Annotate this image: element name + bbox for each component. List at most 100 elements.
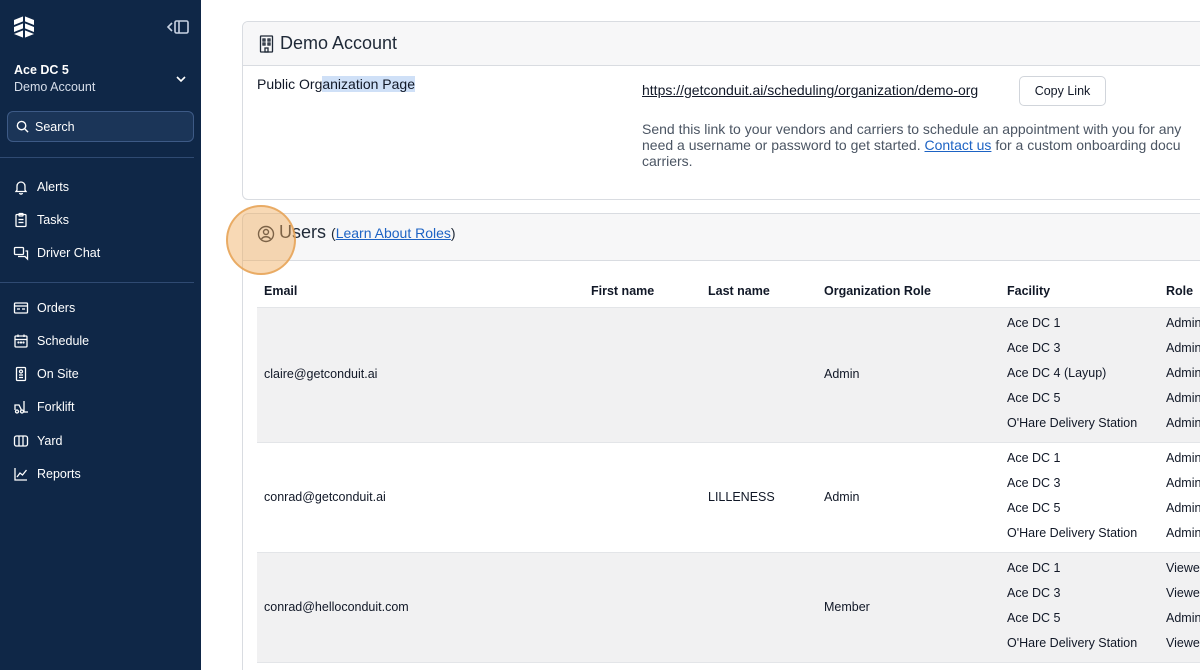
- help-text-line: need a username or password to get start…: [642, 137, 1200, 153]
- column-header-organization-role[interactable]: Organization Role: [824, 284, 931, 298]
- paren: ): [450, 225, 456, 241]
- user-email: conrad@getconduit.ai: [264, 489, 386, 504]
- sidebar-divider: [0, 157, 194, 158]
- facility-name: Ace DC 3: [1007, 586, 1061, 600]
- facility-role: Admin: [1166, 391, 1200, 405]
- users-card-border: [242, 261, 243, 670]
- sidebar-item-label: Schedule: [37, 334, 90, 348]
- sidebar-item-label: Yard: [37, 434, 63, 448]
- collapse-sidebar-icon[interactable]: [166, 18, 190, 36]
- user-organization-role: Admin: [824, 489, 860, 504]
- building-icon: [259, 34, 274, 53]
- column-header-last-name[interactable]: Last name: [708, 284, 770, 298]
- facility-name: O'Hare Delivery Station: [1007, 526, 1138, 540]
- user-organization-role: Admin: [824, 367, 860, 381]
- column-header-facility[interactable]: Facility: [1007, 284, 1050, 298]
- facility-role: Admin: [1166, 451, 1200, 465]
- sidebar-item-label: Tasks: [37, 213, 69, 227]
- conduit-logo-icon[interactable]: [12, 15, 36, 39]
- sidebar-item-driver-chat[interactable]: Driver Chat: [13, 242, 100, 264]
- map-icon: [13, 435, 29, 447]
- sidebar-item-label: On Site: [37, 367, 79, 381]
- facility-name: Ace DC 4 (Layup): [1007, 366, 1107, 380]
- forklift-icon: [14, 401, 28, 414]
- public-label-selected-text: anization Page: [322, 76, 415, 92]
- sidebar-item-schedule[interactable]: Schedule: [13, 330, 89, 352]
- sidebar-item-label: Reports: [37, 467, 81, 481]
- facility-role: Viewer: [1166, 561, 1200, 575]
- facility-name: Ace DC 5: [1007, 611, 1061, 625]
- sidebar-item-label: Driver Chat: [37, 246, 101, 260]
- facility-role: Admin: [1166, 416, 1200, 430]
- public-org-page-label: Public Organization Page: [257, 76, 415, 92]
- sidebar-item-label: Orders: [37, 301, 76, 315]
- facility-role: Admin: [1166, 476, 1200, 490]
- help-text-line: Send this link to your vendors and carri…: [642, 121, 1182, 137]
- search-input[interactable]: Search: [7, 111, 194, 142]
- sidebar-item-forklift[interactable]: Forklift: [13, 396, 75, 418]
- facility-name: Ace DC 3: [1007, 341, 1061, 355]
- org-name: Ace DC 5: [14, 63, 69, 77]
- help-text-fragment: for a custom onboarding docu: [991, 137, 1181, 153]
- facility-name: Ace DC 3: [1007, 476, 1061, 490]
- facility-name: Ace DC 1: [1007, 316, 1061, 330]
- users-title: Users (Learn About Roles): [279, 222, 456, 243]
- search-label: Search: [35, 119, 75, 134]
- user-last-name: LILLENESS: [708, 489, 775, 504]
- facility-name: Ace DC 1: [1007, 451, 1061, 465]
- public-label-text: Public Org: [257, 76, 323, 92]
- learn-about-roles-link[interactable]: Learn About Roles: [336, 225, 451, 241]
- user-email: claire@getconduit.ai: [264, 367, 378, 381]
- orders-icon: [13, 302, 29, 314]
- facility-name: O'Hare Delivery Station: [1007, 416, 1138, 430]
- facility-name: Ace DC 5: [1007, 391, 1061, 405]
- sidebar-divider: [0, 282, 194, 283]
- org-subtitle: Demo Account: [14, 80, 96, 94]
- sidebar-item-reports[interactable]: Reports: [13, 463, 81, 485]
- facility-name: Ace DC 5: [1007, 501, 1061, 515]
- column-header-role[interactable]: Role: [1166, 284, 1193, 298]
- chat-icon: [13, 246, 29, 261]
- share-help-text: Send this link to your vendors and carri…: [642, 121, 1200, 169]
- search-icon: [16, 120, 29, 133]
- help-text-fragment: need a username or password to get start…: [642, 137, 925, 153]
- org-page-url-link[interactable]: https://getconduit.ai/scheduling/organiz…: [642, 82, 978, 98]
- facility-name: Ace DC 1: [1007, 561, 1061, 575]
- row-divider: [257, 662, 1200, 663]
- column-header-first-name[interactable]: First name: [591, 284, 654, 298]
- facility-name: O'Hare Delivery Station: [1007, 636, 1138, 650]
- facility-role: Admin: [1166, 341, 1200, 355]
- contact-us-link[interactable]: Contact us: [925, 137, 992, 153]
- chevron-down-icon: [176, 76, 186, 83]
- org-switcher[interactable]: Ace DC 5 Demo Account: [14, 63, 189, 99]
- facility-role: Admin: [1166, 316, 1200, 330]
- facility-role: Admin: [1166, 526, 1200, 540]
- sidebar-item-label: Forklift: [37, 400, 75, 414]
- column-header-email[interactable]: Email: [264, 284, 297, 298]
- user-email: conrad@helloconduit.com: [264, 599, 409, 614]
- facility-role: Viewer: [1166, 586, 1200, 600]
- click-highlight-marker: [226, 205, 296, 275]
- chart-line-icon: [14, 468, 28, 481]
- sidebar-item-on-site[interactable]: On Site: [13, 363, 79, 385]
- account-card-header: Demo Account: [243, 22, 1200, 66]
- sidebar-item-tasks[interactable]: Tasks: [13, 209, 69, 231]
- copy-link-button[interactable]: Copy Link: [1019, 76, 1106, 106]
- account-card: Demo Account: [242, 21, 1200, 200]
- sidebar-item-label: Alerts: [37, 180, 69, 194]
- calendar-icon: [14, 334, 28, 348]
- sidebar-item-alerts[interactable]: Alerts: [13, 176, 69, 198]
- facility-role: Admin: [1166, 501, 1200, 515]
- facility-role: Viewer: [1166, 636, 1200, 650]
- user-organization-role: Member: [824, 599, 870, 614]
- facility-role: Admin: [1166, 611, 1200, 625]
- help-text-line: carriers.: [642, 153, 693, 169]
- sidebar-item-yard[interactable]: Yard: [13, 430, 62, 452]
- bell-icon: [14, 181, 28, 195]
- sidebar-item-orders[interactable]: Orders: [13, 297, 75, 319]
- building-icon: [15, 366, 27, 382]
- clipboard-icon: [15, 212, 27, 228]
- sidebar: Ace DC 5 Demo Account Search Alerts Task…: [0, 0, 201, 670]
- account-title: Demo Account: [280, 33, 398, 53]
- facility-role: Admin: [1166, 366, 1200, 380]
